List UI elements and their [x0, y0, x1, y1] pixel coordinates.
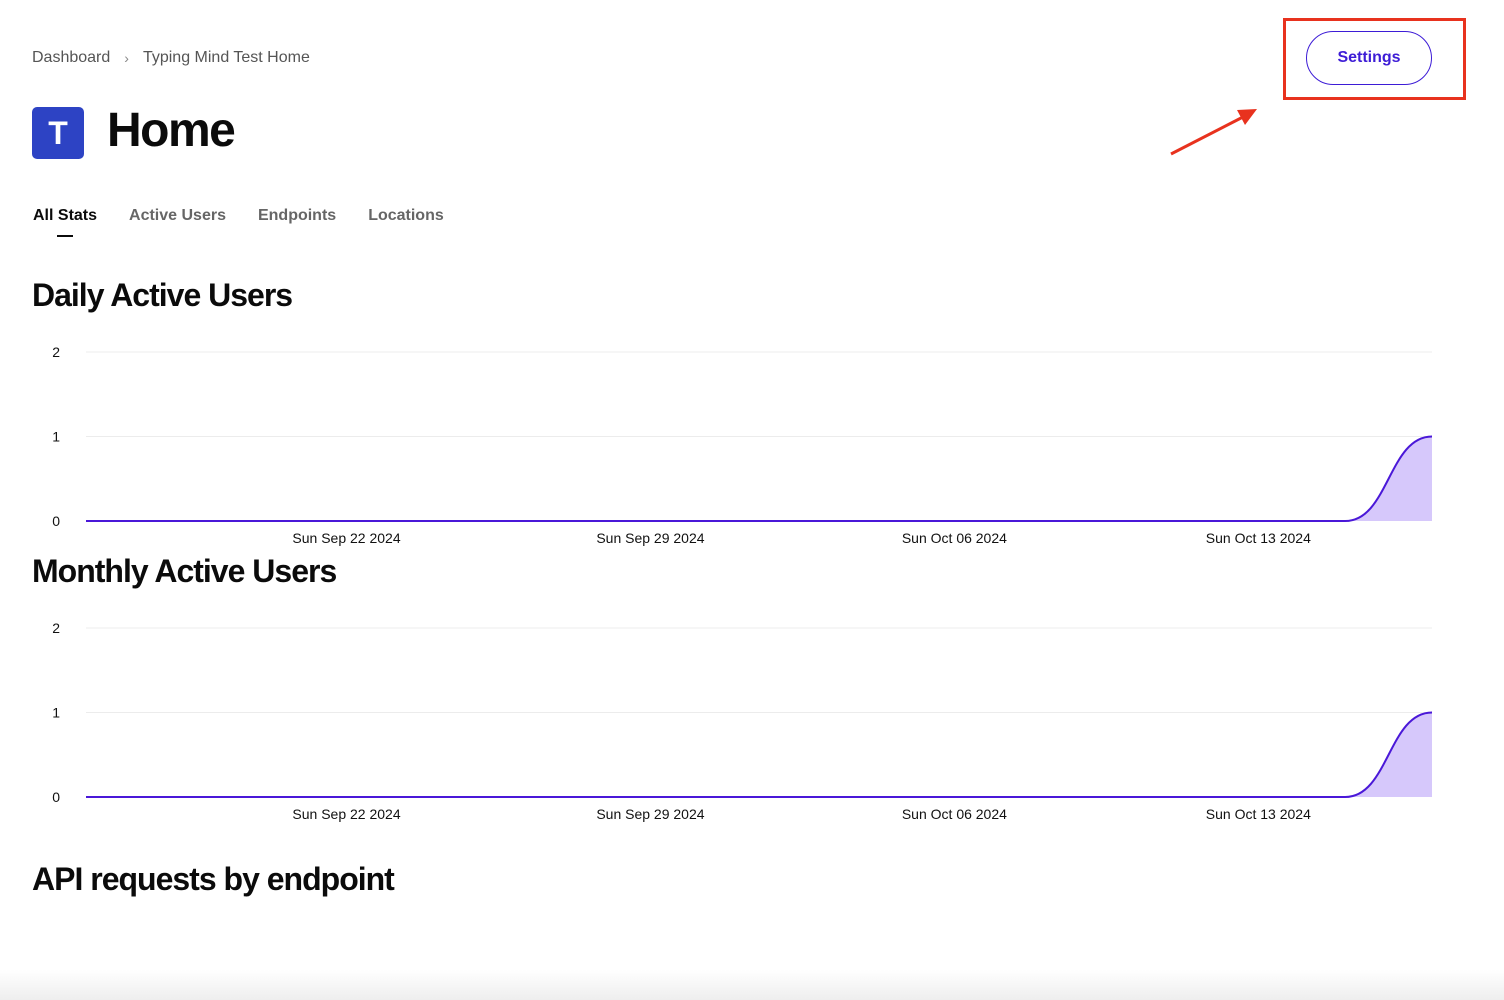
- dau-chart: 0 1 2 Sun Sep 22 2024 Sun Sep 29 2024 Sun Oct…: [52, 344, 1433, 546]
- series-line: [86, 711, 1433, 798]
- tab-bar: All Stats Active Users Endpoints Locatio…: [33, 206, 476, 237]
- y-tick-label: 1: [52, 705, 60, 721]
- tab-locations[interactable]: Locations: [368, 206, 444, 226]
- api-requests-title: API requests by endpoint: [32, 861, 395, 897]
- x-tick-label: Sun Sep 29 2024: [596, 530, 704, 546]
- x-tick-label: Sun Oct 13 2024: [1206, 530, 1311, 546]
- y-tick-label: 2: [52, 620, 60, 636]
- tab-active-users[interactable]: Active Users: [129, 206, 226, 226]
- project-avatar: T: [32, 107, 84, 159]
- series-line: [86, 435, 1433, 522]
- mau-title: Monthly Active Users: [32, 553, 337, 589]
- breadcrumb-current: Typing Mind Test Home: [142, 49, 310, 66]
- bottom-fade: [0, 970, 1504, 1000]
- x-tick-label: Sun Sep 22 2024: [292, 530, 400, 546]
- x-tick-label: Sun Oct 06 2024: [902, 806, 1007, 822]
- breadcrumb-dashboard-link[interactable]: Dashboard: [32, 49, 110, 67]
- x-tick-label: Sun Sep 29 2024: [596, 806, 704, 822]
- dau-title: Daily Active Users: [32, 277, 293, 313]
- tab-endpoints[interactable]: Endpoints: [258, 206, 336, 226]
- annotation-highlight-box: [1283, 18, 1466, 100]
- y-tick-label: 0: [52, 789, 60, 805]
- series-area: [86, 712, 1432, 797]
- x-tick-label: Sun Oct 06 2024: [902, 530, 1007, 546]
- page-title: Home: [107, 104, 236, 157]
- y-tick-label: 0: [52, 513, 60, 529]
- y-tick-label: 2: [52, 344, 60, 360]
- annotation-arrow-icon: [1170, 109, 1257, 156]
- x-tick-label: Sun Sep 22 2024: [292, 806, 400, 822]
- tab-all-stats[interactable]: All Stats: [33, 206, 97, 237]
- mau-chart: 0 1 2 Sun Sep 22 2024 Sun Sep 29 2024 Sun Oct…: [52, 620, 1433, 822]
- series-area: [86, 436, 1432, 521]
- y-tick-label: 1: [52, 429, 60, 445]
- chevron-right-icon: ›: [124, 50, 129, 66]
- x-tick-label: Sun Oct 13 2024: [1206, 806, 1311, 822]
- breadcrumb: Dashboard › Typing Mind Test Home: [32, 48, 310, 68]
